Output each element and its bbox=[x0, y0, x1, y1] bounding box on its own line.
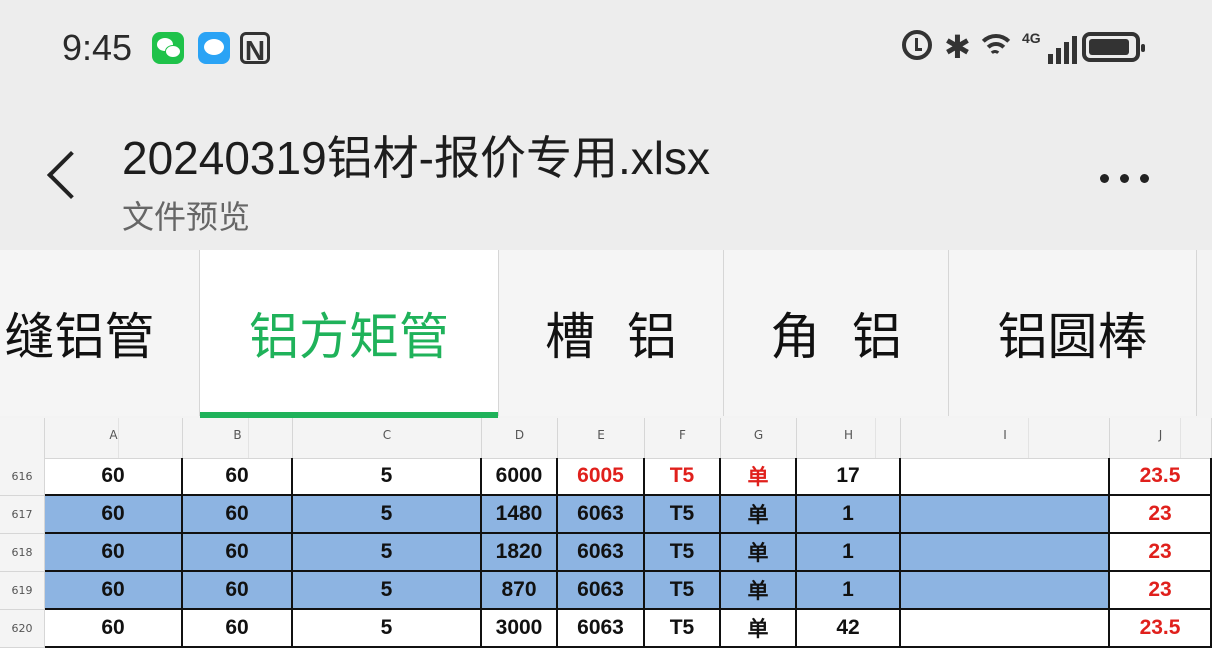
table-cell[interactable]: 5 bbox=[293, 610, 482, 648]
table-cell[interactable] bbox=[901, 458, 1110, 496]
row-header[interactable]: 616 bbox=[0, 458, 45, 496]
sheet-tabs: 缝铝管 铝方矩管 槽 铝 角 铝 铝圆棒 bbox=[0, 250, 1212, 418]
table-cell[interactable]: 870 bbox=[482, 572, 558, 610]
table-cell[interactable]: 6000 bbox=[482, 458, 558, 496]
table-cell[interactable]: 42 bbox=[797, 610, 901, 648]
wechat-icon bbox=[152, 32, 184, 64]
column-header[interactable]: E bbox=[558, 418, 645, 458]
table-cell[interactable]: 3000 bbox=[482, 610, 558, 648]
file-title: 20240319铝材-报价专用.xlsx bbox=[122, 132, 710, 184]
table-cell[interactable]: 1 bbox=[797, 534, 901, 572]
column-header[interactable]: A bbox=[45, 418, 183, 458]
tab-label: 槽 铝 bbox=[545, 308, 677, 366]
table-cell[interactable]: 5 bbox=[293, 458, 482, 496]
row-header[interactable]: 620 bbox=[0, 610, 45, 648]
back-button[interactable] bbox=[40, 148, 80, 208]
table-cell[interactable]: 单 bbox=[721, 496, 797, 534]
table-cell[interactable]: 单 bbox=[721, 458, 797, 496]
table-cell[interactable]: 23 bbox=[1110, 496, 1212, 534]
table-cell[interactable]: 60 bbox=[183, 572, 293, 610]
table-cell[interactable]: 60 bbox=[45, 458, 183, 496]
row-header[interactable]: 618 bbox=[0, 534, 45, 572]
table-cell[interactable]: 23.5 bbox=[1110, 610, 1212, 648]
column-header[interactable]: H bbox=[797, 418, 901, 458]
spreadsheet-grid[interactable]: A B C D E F G H I J 616 60 60 5 6000 6005 T5 单 1… bbox=[0, 418, 1212, 657]
table-cell[interactable]: T5 bbox=[645, 458, 721, 496]
file-subtitle: 文件预览 bbox=[122, 198, 251, 236]
message-icon bbox=[198, 32, 230, 64]
tab-label: 铝方矩管 bbox=[249, 308, 449, 366]
table-cell[interactable]: 60 bbox=[45, 610, 183, 648]
row-header[interactable]: 619 bbox=[0, 572, 45, 610]
tab-sheet-3[interactable]: 槽 铝 bbox=[499, 250, 724, 416]
table-cell[interactable]: 60 bbox=[45, 496, 183, 534]
table-cell[interactable]: 60 bbox=[183, 534, 293, 572]
bluetooth-icon: ✱ bbox=[944, 28, 971, 66]
table-cell[interactable]: 6005 bbox=[558, 458, 645, 496]
table-cell[interactable]: T5 bbox=[645, 496, 721, 534]
table-cell[interactable]: 6063 bbox=[558, 610, 645, 648]
table-cell[interactable]: 1820 bbox=[482, 534, 558, 572]
table-cell[interactable]: 23 bbox=[1110, 572, 1212, 610]
column-header[interactable]: I bbox=[901, 418, 1110, 458]
table-cell[interactable] bbox=[901, 534, 1110, 572]
table-cell[interactable] bbox=[901, 610, 1110, 648]
table-cell[interactable]: 60 bbox=[183, 610, 293, 648]
table-cell[interactable]: T5 bbox=[645, 572, 721, 610]
column-header[interactable]: J bbox=[1110, 418, 1212, 458]
table-cell[interactable]: T5 bbox=[645, 534, 721, 572]
column-header[interactable]: D bbox=[482, 418, 558, 458]
table-cell[interactable]: 5 bbox=[293, 534, 482, 572]
alarm-icon bbox=[902, 30, 932, 60]
tab-sheet-2[interactable]: 铝方矩管 bbox=[200, 250, 499, 418]
table-cell[interactable]: 60 bbox=[183, 458, 293, 496]
nfc-icon: N bbox=[240, 32, 270, 66]
table-cell[interactable]: 1 bbox=[797, 572, 901, 610]
more-options-button[interactable] bbox=[1094, 160, 1164, 196]
table-cell[interactable]: 单 bbox=[721, 610, 797, 648]
table-cell[interactable]: 60 bbox=[45, 534, 183, 572]
table-cell[interactable]: 6063 bbox=[558, 534, 645, 572]
wifi-icon bbox=[976, 30, 1016, 64]
tab-sheet-4[interactable]: 角 铝 bbox=[724, 250, 949, 416]
column-header[interactable]: B bbox=[183, 418, 293, 458]
table-cell[interactable] bbox=[901, 572, 1110, 610]
column-header-row: A B C D E F G H I J bbox=[0, 418, 1212, 459]
table-cell[interactable]: 5 bbox=[293, 572, 482, 610]
row-header[interactable]: 617 bbox=[0, 496, 45, 534]
table-cell[interactable]: T5 bbox=[645, 610, 721, 648]
tab-label: 缝铝管 bbox=[4, 308, 155, 366]
corner-cell bbox=[0, 418, 45, 458]
table-cell[interactable]: 1480 bbox=[482, 496, 558, 534]
status-time: 9:45 bbox=[62, 27, 133, 68]
tab-label: 铝圆棒 bbox=[997, 308, 1148, 366]
table-cell[interactable]: 5 bbox=[293, 496, 482, 534]
table-cell[interactable]: 60 bbox=[183, 496, 293, 534]
column-header[interactable]: G bbox=[721, 418, 797, 458]
battery-icon bbox=[1082, 32, 1145, 62]
table-cell[interactable]: 6063 bbox=[558, 496, 645, 534]
table-cell[interactable]: 23 bbox=[1110, 534, 1212, 572]
table-cell[interactable]: 6063 bbox=[558, 572, 645, 610]
column-header[interactable]: F bbox=[645, 418, 721, 458]
column-header[interactable]: C bbox=[293, 418, 482, 458]
table-cell[interactable]: 1 bbox=[797, 496, 901, 534]
table-cell[interactable]: 60 bbox=[45, 572, 183, 610]
signal-icon bbox=[1034, 34, 1077, 64]
table-cell[interactable]: 单 bbox=[721, 572, 797, 610]
status-bar: 9:45 N ✱ 4G bbox=[0, 0, 1212, 100]
table-cell[interactable]: 17 bbox=[797, 458, 901, 496]
table-cell[interactable]: 单 bbox=[721, 534, 797, 572]
tab-sheet-1[interactable]: 缝铝管 bbox=[0, 250, 200, 416]
table-cell[interactable] bbox=[901, 496, 1110, 534]
tab-label: 角 铝 bbox=[770, 308, 902, 366]
table-cell[interactable]: 23.5 bbox=[1110, 458, 1212, 496]
tab-sheet-5[interactable]: 铝圆棒 bbox=[949, 250, 1197, 416]
